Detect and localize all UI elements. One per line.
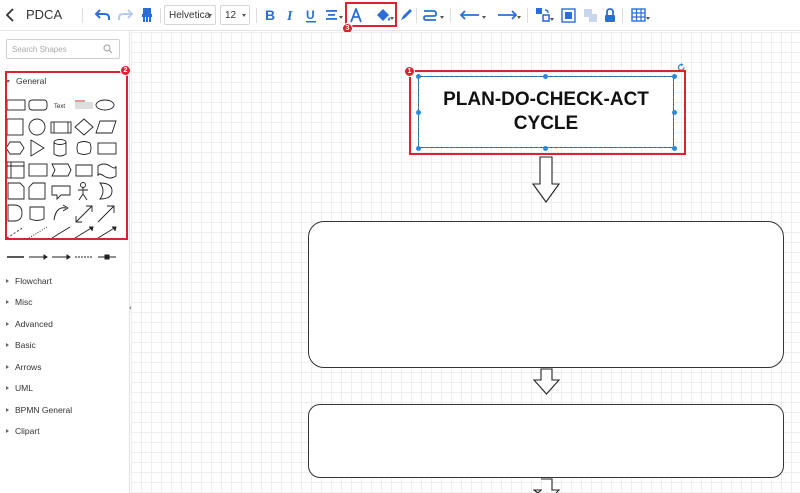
back-arrow-icon[interactable]: [3, 6, 17, 24]
line-end-arrow-icon[interactable]: [497, 7, 517, 23]
svg-text:U: U: [306, 8, 315, 22]
group-icon[interactable]: [560, 7, 576, 23]
line-style-icon[interactable]: [422, 7, 438, 23]
section-uml[interactable]: UML: [6, 383, 33, 393]
do-step-box[interactable]: [308, 404, 784, 478]
redo-icon[interactable]: [117, 7, 133, 23]
font-family-value: Helvetica: [169, 9, 211, 21]
section-arrows-label: Arrows: [15, 362, 42, 372]
chevron-down-icon[interactable]: [550, 18, 554, 21]
highlight-box-1: [409, 70, 686, 155]
svg-text:I: I: [286, 9, 293, 22]
section-uml-label: UML: [15, 383, 33, 393]
toolbar-divider: [160, 8, 161, 23]
line-start-arrow-icon[interactable]: [460, 7, 480, 23]
chevron-down-icon[interactable]: [339, 16, 343, 19]
font-color-icon[interactable]: [349, 7, 363, 23]
section-bpmn-general[interactable]: BPMN General: [6, 405, 72, 415]
section-advanced-label: Advanced: [15, 319, 53, 329]
caret-right-icon: [6, 429, 9, 433]
shapes-sidebar: Search Shapes General Text 2 Flowchart M…: [0, 31, 131, 493]
chevron-down-icon[interactable]: [646, 17, 650, 20]
font-size-select[interactable]: 12: [220, 5, 250, 25]
document-title[interactable]: PDCA: [26, 7, 62, 22]
svg-text:B: B: [265, 8, 275, 22]
chevron-down-icon[interactable]: [517, 16, 521, 19]
section-clipart-label: Clipart: [15, 426, 40, 436]
font-family-select[interactable]: Helvetica: [164, 5, 216, 25]
section-misc-label: Misc: [15, 297, 33, 307]
toolbar-divider: [450, 8, 451, 23]
section-flowchart[interactable]: Flowchart: [6, 276, 52, 286]
table-icon[interactable]: [630, 7, 646, 23]
caret-right-icon: [6, 365, 9, 369]
lock-icon[interactable]: [603, 7, 617, 23]
down-arrow-shape[interactable]: [533, 478, 561, 493]
caret-right-icon: [6, 322, 9, 326]
toolbar-divider: [622, 8, 623, 23]
bold-icon[interactable]: B: [263, 7, 277, 23]
underline-icon[interactable]: U: [304, 7, 318, 23]
section-misc[interactable]: Misc: [6, 297, 32, 307]
section-flowchart-label: Flowchart: [15, 276, 52, 286]
fill-color-icon[interactable]: [376, 7, 392, 23]
highlight-box-2: [5, 71, 128, 240]
top-toolbar: PDCA Helvetica 12 B I U 3: [0, 0, 800, 34]
caret-right-icon: [6, 343, 9, 347]
chevron-down-icon: [242, 14, 246, 17]
toolbar-divider: [256, 8, 257, 23]
arrange-icon[interactable]: [535, 7, 551, 23]
italic-icon[interactable]: I: [284, 7, 298, 23]
undo-icon[interactable]: [95, 7, 111, 23]
section-advanced[interactable]: Advanced: [6, 319, 53, 329]
ungroup-icon[interactable]: [582, 7, 598, 23]
caret-right-icon: [6, 408, 9, 412]
section-basic[interactable]: Basic: [6, 340, 36, 350]
caret-right-icon: [6, 386, 9, 390]
section-basic-label: Basic: [15, 340, 36, 350]
toolbar-divider: [82, 8, 83, 23]
caret-right-icon: [6, 279, 9, 283]
align-icon[interactable]: [324, 7, 338, 23]
caret-right-icon: [6, 300, 9, 304]
chevron-down-icon[interactable]: [440, 16, 444, 19]
section-arrows[interactable]: Arrows: [6, 362, 41, 372]
chevron-down-icon[interactable]: [482, 16, 486, 19]
chevron-down-icon: [208, 14, 212, 17]
down-arrow-shape[interactable]: [531, 156, 561, 204]
section-bpmn-general-label: BPMN General: [15, 405, 73, 415]
down-arrow-shape[interactable]: [533, 368, 561, 396]
format-painter-icon[interactable]: [139, 7, 155, 23]
plan-step-box[interactable]: [308, 221, 784, 368]
toolbar-divider: [527, 8, 528, 23]
line-color-icon[interactable]: [399, 7, 413, 23]
section-clipart[interactable]: Clipart: [6, 426, 40, 436]
step-badge-1: 1: [404, 66, 415, 77]
font-size-value: 12: [225, 9, 237, 21]
toolbar-divider: [416, 8, 417, 23]
chevron-down-icon[interactable]: [390, 17, 394, 20]
step-badge-2: 2: [120, 65, 131, 76]
